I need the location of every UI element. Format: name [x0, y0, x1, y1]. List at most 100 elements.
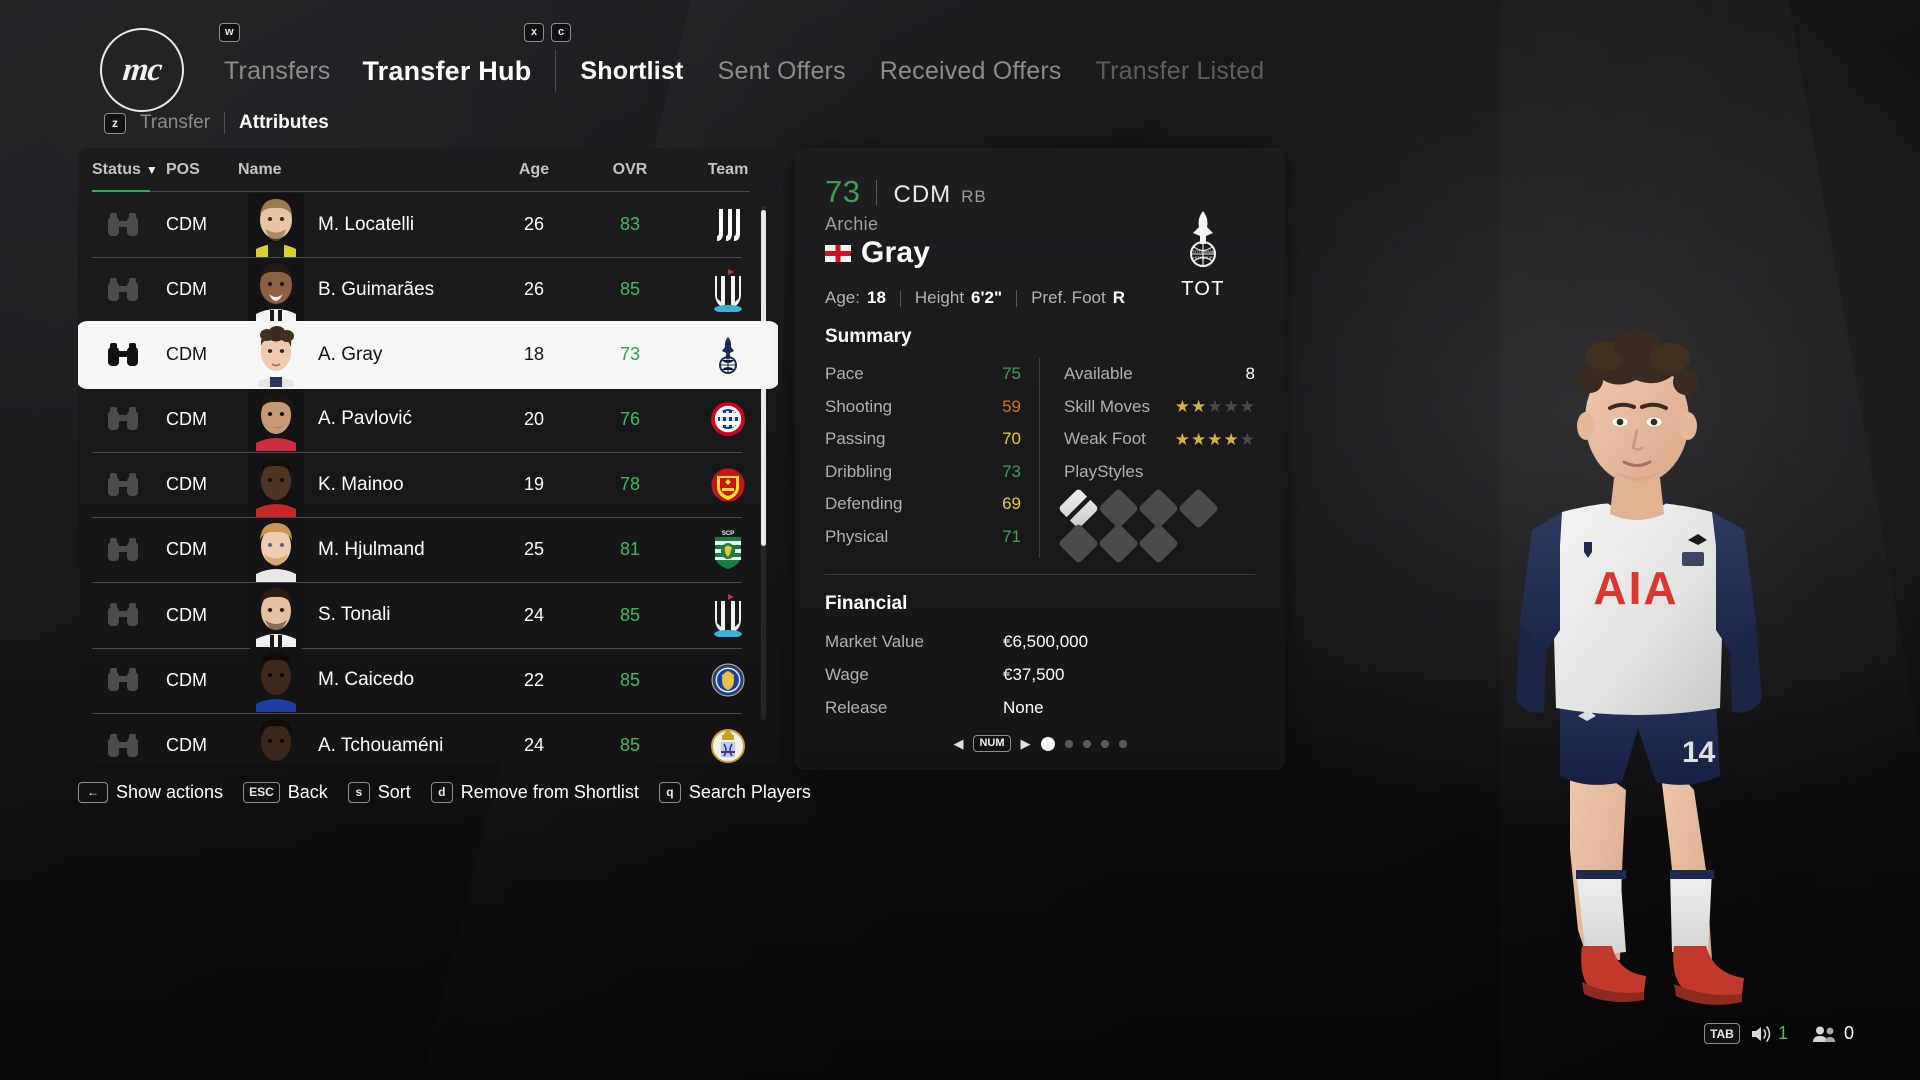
- shortlist-panel: Status ▼ POS Name Age OVR Team CDM M. Lo…: [78, 148, 778, 764]
- table-row[interactable]: CDM M. Locatelli 26 83: [78, 192, 778, 257]
- playstyle-badge-icon[interactable]: [1137, 487, 1180, 530]
- subnav-item-transfer[interactable]: Transfer: [140, 112, 210, 134]
- newcastle-crest-icon: [714, 594, 742, 638]
- action-search-players[interactable]: q Search Players: [658, 781, 811, 803]
- summary-grid: Pace 75 Shooting 59 Passing 70 Dribbling…: [825, 358, 1255, 565]
- pager-next-arrow-icon[interactable]: ▶: [1021, 736, 1031, 752]
- tab-shortlist[interactable]: Shortlist: [580, 57, 683, 86]
- table-row[interactable]: CDM A. Tchouaméni 24 85: [78, 713, 778, 764]
- available-label: Available: [1064, 364, 1133, 384]
- scout-status[interactable]: [92, 342, 166, 368]
- table-row[interactable]: CDM S. Tonali 24 85: [78, 582, 778, 648]
- playstyles-row: PlayStyles: [1064, 456, 1255, 489]
- keycap-q[interactable]: q: [658, 781, 681, 803]
- svg-text:TOTTENHAM: TOTTENHAM: [1191, 249, 1216, 254]
- detail-last-name: Gray: [861, 236, 931, 269]
- playstyle-badge-icon[interactable]: [1057, 522, 1100, 565]
- action-remove-from-shortlist[interactable]: d Remove from Shortlist: [430, 781, 639, 803]
- keycap-s[interactable]: s: [347, 781, 370, 803]
- action-sort[interactable]: s Sort: [347, 781, 411, 803]
- attribute-row: Physical 71: [825, 521, 1021, 554]
- player-avatar: [248, 583, 304, 648]
- keycap-w[interactable]: w: [219, 23, 240, 42]
- row-position: CDM: [166, 279, 207, 300]
- nav-item-transfers[interactable]: Transfers: [224, 57, 330, 86]
- playstyle-badge-icon[interactable]: [1097, 522, 1140, 565]
- players-online-status: 0: [1812, 1023, 1854, 1044]
- table-row[interactable]: CDM M. Caicedo 22 85: [78, 647, 778, 713]
- scout-status[interactable]: [92, 472, 166, 498]
- pager-dot[interactable]: [1082, 739, 1091, 748]
- playstyle-badge-icon[interactable]: [1057, 487, 1100, 530]
- player-avatar: [248, 257, 304, 322]
- table-row[interactable]: CDM K. Mainoo 19 78: [78, 451, 778, 517]
- action-back[interactable]: ESC Back: [243, 781, 328, 803]
- scout-status[interactable]: [92, 537, 166, 563]
- row-name-cell: K. Mainoo: [238, 452, 486, 517]
- keycap-z[interactable]: z: [104, 112, 126, 134]
- summary-extras-column: Available 8 Skill Moves ★ ★ ★ ★ ★ Weak F…: [1040, 358, 1255, 565]
- financial-label: Wage: [825, 664, 869, 684]
- table-row-selected[interactable]: CDM A. Gray 18 73: [78, 322, 778, 387]
- financial-value: €6,500,000: [1003, 631, 1089, 651]
- svg-text:AIA: AIA: [1593, 562, 1678, 614]
- keycap-d[interactable]: d: [430, 781, 453, 803]
- row-position: CDM: [166, 539, 207, 560]
- player-detail-card: 73 CDM RB Archie Gray Age: 18 Height 6'2…: [795, 148, 1285, 770]
- tab-received-offers[interactable]: Received Offers: [880, 57, 1062, 86]
- tab-transfer-listed[interactable]: Transfer Listed: [1096, 57, 1265, 86]
- app-logo: mc: [100, 28, 184, 112]
- column-header-team[interactable]: Team: [678, 161, 778, 179]
- pager-dot[interactable]: [1064, 739, 1073, 748]
- keycap-left-arrow[interactable]: ←: [78, 781, 108, 803]
- pager-dot[interactable]: [1118, 739, 1127, 748]
- action-label: Show actions: [116, 781, 224, 802]
- keycap-tab[interactable]: TAB: [1703, 1023, 1740, 1044]
- financial-section-title: Financial: [825, 593, 908, 614]
- column-header-name[interactable]: Name: [238, 161, 486, 179]
- attribute-label: Defending: [825, 494, 903, 514]
- column-header-age[interactable]: Age: [486, 161, 582, 179]
- table-row[interactable]: CDM B. Guimarães 26 85: [78, 257, 778, 322]
- table-row[interactable]: CDM M. Hjulmand 25 81 SCP: [78, 517, 778, 582]
- playstyle-badge-icon[interactable]: [1137, 522, 1180, 565]
- scout-status[interactable]: [92, 602, 166, 628]
- binoculars-icon: [108, 212, 138, 236]
- keycap-x[interactable]: x: [524, 23, 544, 42]
- available-row: Available 8: [1064, 358, 1255, 391]
- column-header-status[interactable]: Status ▼: [92, 161, 166, 179]
- keycap-num[interactable]: NUM: [973, 735, 1011, 752]
- row-position: CDM: [166, 735, 207, 756]
- scout-status[interactable]: [92, 667, 166, 693]
- pager-prev-arrow-icon[interactable]: ◀: [953, 736, 963, 752]
- star-icon: ★: [1239, 397, 1255, 417]
- playstyle-badge-icon[interactable]: [1097, 487, 1140, 530]
- star-icon: ★: [1191, 429, 1207, 449]
- keycap-esc[interactable]: ESC: [243, 781, 280, 803]
- financial-label: Release: [825, 697, 888, 717]
- row-name-cell: S. Tonali: [238, 583, 486, 648]
- tab-sent-offers[interactable]: Sent Offers: [718, 57, 846, 86]
- pager-dot-active[interactable]: [1040, 736, 1055, 751]
- scout-status[interactable]: [92, 277, 166, 303]
- status-hud: TAB 1 0: [1703, 1023, 1854, 1044]
- attribute-value: 59: [1002, 396, 1021, 416]
- table-row[interactable]: CDM A. Pavlović 20 76: [78, 387, 778, 452]
- row-name-cell: M. Hjulmand: [238, 517, 486, 582]
- scout-status[interactable]: [92, 733, 166, 759]
- player-avatar: [248, 517, 304, 582]
- row-age: 26: [523, 279, 545, 300]
- keycap-c[interactable]: c: [551, 23, 571, 42]
- pager-dot[interactable]: [1100, 739, 1109, 748]
- nav-item-transfer-hub[interactable]: Transfer Hub: [362, 56, 531, 87]
- attribute-row: Passing 70: [825, 423, 1021, 456]
- svg-text:HOTSPUR: HOTSPUR: [1193, 255, 1213, 260]
- scout-status[interactable]: [92, 406, 166, 432]
- playstyle-badge-icon[interactable]: [1177, 487, 1220, 530]
- row-team-crest: [678, 724, 778, 764]
- subnav-item-attributes[interactable]: Attributes: [239, 112, 329, 134]
- column-header-pos[interactable]: POS: [166, 161, 238, 179]
- column-header-ovr[interactable]: OVR: [582, 161, 678, 179]
- action-show-actions[interactable]: ← Show actions: [78, 781, 224, 803]
- scout-status[interactable]: [92, 212, 166, 238]
